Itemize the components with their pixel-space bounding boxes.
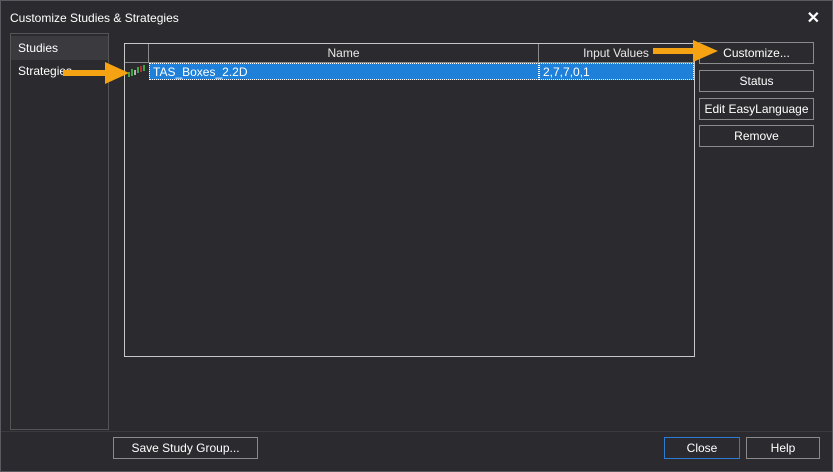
close-icon[interactable]: ✕ bbox=[807, 8, 820, 28]
annotation-arrow-icon bbox=[653, 40, 718, 62]
save-study-group-button[interactable]: Save Study Group... bbox=[113, 437, 258, 459]
sidebar: Studies Strategies bbox=[10, 33, 109, 430]
footer-divider bbox=[1, 431, 832, 432]
column-header-name[interactable]: Name bbox=[149, 44, 539, 63]
sidebar-item-label: Studies bbox=[18, 41, 59, 55]
status-button-label: Status bbox=[739, 74, 774, 88]
save-study-group-button-label: Save Study Group... bbox=[131, 441, 240, 455]
help-button-label: Help bbox=[770, 441, 796, 455]
table-row[interactable]: TAS_Boxes_2.2D 2,7,7,0,1 bbox=[125, 63, 694, 80]
help-button[interactable]: Help bbox=[746, 437, 820, 459]
sidebar-item-studies[interactable]: Studies bbox=[11, 36, 108, 60]
edit-easylanguage-button[interactable]: Edit EasyLanguage bbox=[699, 98, 814, 120]
remove-button-label: Remove bbox=[734, 129, 779, 143]
studies-grid[interactable]: Name Input Values TAS_Boxes_2.2D 2,7,7,0… bbox=[124, 43, 695, 357]
customize-button-label: Customize... bbox=[723, 46, 790, 60]
close-button-label: Close bbox=[686, 441, 718, 455]
title-bar: Customize Studies & Strategies ✕ bbox=[1, 1, 832, 33]
annotation-arrow-icon bbox=[63, 62, 129, 84]
status-button[interactable]: Status bbox=[699, 70, 814, 92]
study-name-cell[interactable]: TAS_Boxes_2.2D bbox=[149, 63, 539, 80]
edit-easylanguage-button-label: Edit EasyLanguage bbox=[704, 102, 809, 116]
window-title: Customize Studies & Strategies bbox=[10, 11, 179, 25]
close-button[interactable]: Close bbox=[664, 437, 740, 459]
remove-button[interactable]: Remove bbox=[699, 125, 814, 147]
customize-studies-dialog: Customize Studies & Strategies ✕ Studies… bbox=[0, 0, 833, 472]
